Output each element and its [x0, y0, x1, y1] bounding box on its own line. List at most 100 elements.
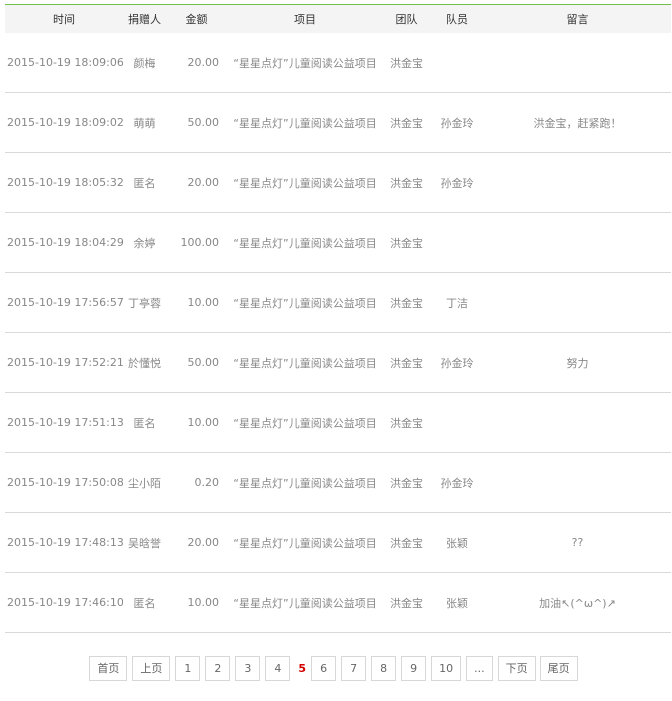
cell-time: 2015-10-19 17:48:13: [5, 512, 123, 573]
donation-list-page: 时间 捐赠人 金额 项目 团队 队员 留言 2015-10-19 18:09:0…: [0, 0, 672, 701]
cell-time: 2015-10-19 17:46:10: [5, 572, 123, 633]
cell-donor: 尘小陌: [123, 452, 166, 513]
cell-member: 张颖: [430, 572, 484, 633]
column-header-team: 团队: [383, 5, 430, 33]
cell-project: “星星点灯”儿童阅读公益项目: [227, 212, 383, 273]
page-3-button[interactable]: 3: [235, 656, 261, 681]
cell-donor: 吴晗誉: [123, 512, 166, 573]
cell-project: “星星点灯”儿童阅读公益项目: [227, 272, 383, 333]
cell-member: [430, 212, 484, 273]
cell-project: “星星点灯”儿童阅读公益项目: [227, 152, 383, 213]
cell-message: [484, 272, 671, 333]
cell-amount: 10.00: [166, 392, 227, 453]
cell-message: [484, 392, 671, 453]
cell-amount: 10.00: [166, 272, 227, 333]
cell-project: “星星点灯”儿童阅读公益项目: [227, 392, 383, 453]
cell-time: 2015-10-19 18:09:06: [5, 33, 123, 93]
table-row: 2015-10-19 17:48:13 吴晗誉 20.00 “星星点灯”儿童阅读…: [5, 512, 671, 573]
cell-member: 孙金玲: [430, 92, 484, 153]
cell-team: 洪金宝: [383, 33, 430, 93]
column-header-project: 项目: [227, 5, 383, 33]
cell-time: 2015-10-19 17:51:13: [5, 392, 123, 453]
cell-message: 加油↖(^ω^)↗: [484, 572, 671, 633]
cell-member: [430, 33, 484, 93]
cell-message: ??: [484, 512, 671, 573]
donation-table: 时间 捐赠人 金额 项目 团队 队员 留言 2015-10-19 18:09:0…: [5, 5, 671, 633]
cell-time: 2015-10-19 18:04:29: [5, 212, 123, 273]
cell-message: [484, 152, 671, 213]
cell-time: 2015-10-19 17:50:08: [5, 452, 123, 513]
cell-time: 2015-10-19 18:09:02: [5, 92, 123, 153]
cell-member: 孙金玲: [430, 152, 484, 213]
table-row: 2015-10-19 18:05:32 匿名 20.00 “星星点灯”儿童阅读公…: [5, 152, 671, 213]
cell-team: 洪金宝: [383, 392, 430, 453]
cell-member: 孙金玲: [430, 332, 484, 393]
table-row: 2015-10-19 17:51:13 匿名 10.00 “星星点灯”儿童阅读公…: [5, 392, 671, 453]
cell-team: 洪金宝: [383, 272, 430, 333]
cell-team: 洪金宝: [383, 92, 430, 153]
cell-team: 洪金宝: [383, 212, 430, 273]
column-header-member: 队员: [430, 5, 484, 33]
cell-team: 洪金宝: [383, 452, 430, 513]
cell-amount: 50.00: [166, 92, 227, 153]
cell-time: 2015-10-19 17:56:57: [5, 272, 123, 333]
cell-donor: 匿名: [123, 152, 166, 213]
next-page-button[interactable]: 下页: [497, 656, 536, 681]
cell-donor: 萌萌: [123, 92, 166, 153]
table-row: 2015-10-19 18:09:06 颜梅 20.00 “星星点灯”儿童阅读公…: [5, 33, 671, 93]
cell-message: 洪金宝，赶紧跑！: [484, 92, 671, 153]
page-2-button[interactable]: 2: [205, 656, 231, 681]
cell-amount: 0.20: [166, 452, 227, 513]
table-row: 2015-10-19 17:46:10 匿名 10.00 “星星点灯”儿童阅读公…: [5, 572, 671, 633]
cell-time: 2015-10-19 18:05:32: [5, 152, 123, 213]
cell-project: “星星点灯”儿童阅读公益项目: [227, 512, 383, 573]
cell-team: 洪金宝: [383, 512, 430, 573]
prev-page-button[interactable]: 上页: [132, 656, 171, 681]
cell-message: [484, 33, 671, 93]
cell-donor: 丁亭蓉: [123, 272, 166, 333]
pagination-ellipsis: ...: [466, 656, 493, 681]
cell-donor: 匿名: [123, 392, 166, 453]
cell-member: [430, 392, 484, 453]
page-8-button[interactable]: 8: [371, 656, 397, 681]
cell-team: 洪金宝: [383, 152, 430, 213]
page-10-button[interactable]: 10: [431, 656, 462, 681]
cell-amount: 100.00: [166, 212, 227, 273]
current-page-indicator: 5: [295, 656, 310, 681]
page-6-button[interactable]: 6: [311, 656, 337, 681]
column-header-message: 留言: [484, 5, 671, 33]
cell-project: “星星点灯”儿童阅读公益项目: [227, 92, 383, 153]
page-9-button[interactable]: 9: [401, 656, 427, 681]
table-row: 2015-10-19 18:09:02 萌萌 50.00 “星星点灯”儿童阅读公…: [5, 92, 671, 153]
cell-time: 2015-10-19 17:52:21: [5, 332, 123, 393]
column-header-time: 时间: [5, 5, 123, 33]
pagination: 首页 上页 1 2 3 4 5 6 7 8 9 10 ... 下页 尾页: [0, 656, 672, 681]
table-row: 2015-10-19 17:50:08 尘小陌 0.20 “星星点灯”儿童阅读公…: [5, 452, 671, 513]
cell-amount: 20.00: [166, 33, 227, 93]
cell-message: 努力: [484, 332, 671, 393]
cell-donor: 匿名: [123, 572, 166, 633]
cell-donor: 於懂悦: [123, 332, 166, 393]
cell-team: 洪金宝: [383, 332, 430, 393]
cell-message: [484, 452, 671, 513]
cell-message: [484, 212, 671, 273]
column-header-amount: 金额: [166, 5, 227, 33]
cell-project: “星星点灯”儿童阅读公益项目: [227, 332, 383, 393]
page-1-button[interactable]: 1: [175, 656, 201, 681]
page-4-button[interactable]: 4: [265, 656, 291, 681]
cell-amount: 20.00: [166, 152, 227, 213]
cell-donor: 颜梅: [123, 33, 166, 93]
cell-project: “星星点灯”儿童阅读公益项目: [227, 452, 383, 513]
last-page-button[interactable]: 尾页: [539, 656, 578, 681]
cell-amount: 20.00: [166, 512, 227, 573]
cell-amount: 50.00: [166, 332, 227, 393]
cell-amount: 10.00: [166, 572, 227, 633]
table-row: 2015-10-19 18:04:29 余婷 100.00 “星星点灯”儿童阅读…: [5, 212, 671, 273]
column-header-donor: 捐赠人: [123, 5, 166, 33]
first-page-button[interactable]: 首页: [89, 656, 128, 681]
cell-project: “星星点灯”儿童阅读公益项目: [227, 572, 383, 633]
cell-team: 洪金宝: [383, 572, 430, 633]
cell-member: 丁洁: [430, 272, 484, 333]
page-7-button[interactable]: 7: [341, 656, 367, 681]
cell-project: “星星点灯”儿童阅读公益项目: [227, 33, 383, 93]
